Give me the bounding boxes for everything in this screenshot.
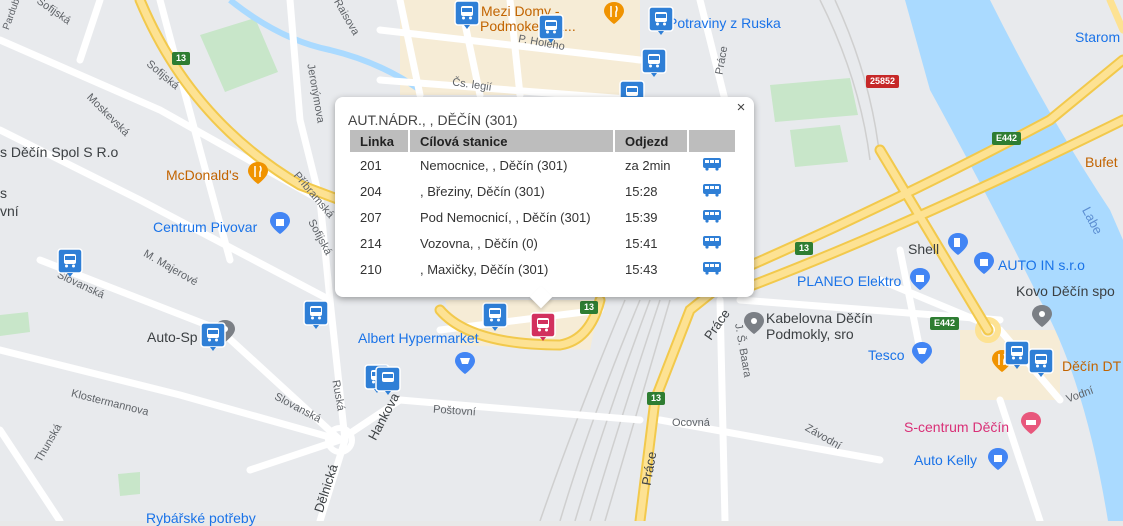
bus-stop-icon[interactable]: [1028, 348, 1054, 378]
table-row[interactable]: 204 , Březiny, Děčín (301) 15:28: [350, 178, 735, 204]
road-shield: 13: [580, 301, 599, 314]
shopping-bag-icon[interactable]: [910, 268, 930, 290]
gas-station-icon[interactable]: [948, 233, 968, 255]
map-canvas[interactable]: Pardubická Sofijská Sofijská Sofijská Ra…: [0, 0, 1123, 526]
table-header-row: Linka Cílová stanice Odjezd: [350, 130, 735, 152]
road-shield: E442: [992, 132, 1022, 145]
selected-bus-stop-icon[interactable]: [530, 312, 556, 342]
bus-icon: [703, 235, 721, 249]
poi-label[interactable]: Kabelovna Děčín: [766, 311, 873, 325]
bus-stop-icon[interactable]: [538, 14, 564, 44]
popup-title: AUT.NÁDR., , DĚČÍN (301): [348, 112, 518, 128]
hotel-icon[interactable]: [1021, 412, 1041, 434]
place-pin-icon[interactable]: [744, 312, 764, 334]
departures-popup: AUT.NÁDR., , DĚČÍN (301) × Linka Cílová …: [335, 97, 754, 309]
bus-icon: [703, 261, 721, 275]
poi-label[interactable]: Shell: [908, 242, 939, 256]
restaurant-icon[interactable]: [604, 2, 624, 24]
bus-stop-icon[interactable]: [303, 300, 329, 330]
shopping-bag-icon[interactable]: [974, 252, 994, 274]
poi-label[interactable]: vní: [0, 204, 19, 218]
table-row[interactable]: 201 Nemocnice, , Děčín (301) za 2min: [350, 152, 735, 178]
line-number: 207: [360, 209, 382, 225]
road-shield: 13: [647, 392, 666, 405]
poi-label[interactable]: Podmokly, sro: [766, 327, 854, 341]
departure-time: 15:28: [625, 183, 658, 199]
poi-label[interactable]: Starom: [1075, 30, 1120, 44]
poi-label[interactable]: Potraviny z Ruska: [668, 16, 781, 30]
poi-label[interactable]: Albert Hypermarket: [358, 331, 479, 345]
column-header-line: Linka: [350, 130, 408, 152]
bus-icon: [703, 183, 721, 197]
bus-stop-icon[interactable]: [648, 6, 674, 36]
bus-stop-icon[interactable]: [454, 0, 480, 30]
poi-label[interactable]: S-centrum Děčín: [904, 420, 1009, 434]
poi-label[interactable]: Kovo Děčín spo: [1016, 284, 1115, 298]
poi-label[interactable]: Auto Kelly: [914, 453, 977, 467]
poi-label[interactable]: Rybářské potřeby: [146, 511, 256, 525]
street-label: Ocovná: [672, 417, 710, 429]
line-number: 201: [360, 157, 382, 173]
column-header-destination: Cílová stanice: [410, 130, 613, 152]
column-header-departure: Odjezd: [615, 130, 687, 152]
departure-time: 15:41: [625, 235, 658, 251]
departures-table: Linka Cílová stanice Odjezd 201 Nemocnic…: [348, 130, 737, 282]
column-header-icon: [689, 130, 735, 152]
destination: Pod Nemocnicí, , Děčín (301): [420, 209, 591, 225]
destination: Nemocnice, , Děčín (301): [420, 157, 568, 173]
road-shield: 13: [172, 52, 191, 65]
place-pin-icon[interactable]: [1032, 305, 1052, 327]
poi-label[interactable]: Bufet: [1085, 155, 1118, 169]
departure-time: 15:43: [625, 261, 658, 277]
bus-stop-icon[interactable]: [200, 322, 226, 352]
table-row[interactable]: 210 , Maxičky, Děčín (301) 15:43: [350, 256, 735, 282]
shopping-bag-icon[interactable]: [270, 212, 290, 234]
table-row[interactable]: 207 Pod Nemocnicí, , Děčín (301) 15:39: [350, 204, 735, 230]
close-button[interactable]: ×: [733, 99, 749, 117]
poi-label[interactable]: Auto-Sp: [147, 330, 198, 344]
bus-stop-icon[interactable]: [641, 48, 667, 78]
poi-label[interactable]: Děčín DT: [1062, 359, 1121, 373]
table-row[interactable]: 214 Vozovna, , Děčín (0) 15:41: [350, 230, 735, 256]
bus-stop-icon[interactable]: [375, 366, 401, 396]
destination: , Maxičky, Děčín (301): [420, 261, 549, 277]
road-shield: E442: [930, 317, 960, 330]
poi-label[interactable]: AUTO IN s.r.o: [998, 258, 1085, 272]
bus-stop-icon[interactable]: [1004, 340, 1030, 370]
line-number: 204: [360, 183, 382, 199]
poi-label[interactable]: McDonald's: [166, 168, 239, 182]
bus-icon: [703, 209, 721, 223]
road-shield: 25852: [866, 75, 900, 88]
bus-stop-icon[interactable]: [482, 302, 508, 332]
destination: Vozovna, , Děčín (0): [420, 235, 538, 251]
line-number: 210: [360, 261, 382, 277]
restaurant-icon[interactable]: [248, 162, 268, 184]
road-shield: 13: [795, 242, 814, 255]
line-number: 214: [360, 235, 382, 251]
poi-label[interactable]: Tesco: [868, 348, 905, 362]
poi-label[interactable]: s: [0, 186, 7, 200]
departure-time: 15:39: [625, 209, 658, 225]
bus-icon: [703, 157, 721, 171]
shopping-cart-icon[interactable]: [912, 342, 932, 364]
poi-label[interactable]: s Děčín Spol S R.o: [0, 145, 118, 159]
shopping-cart-icon[interactable]: [455, 352, 475, 374]
destination: , Březiny, Děčín (301): [420, 183, 545, 199]
departure-time: za 2min: [625, 157, 671, 173]
shopping-bag-icon[interactable]: [988, 448, 1008, 470]
bus-stop-icon[interactable]: [57, 248, 83, 278]
poi-label[interactable]: Centrum Pivovar: [153, 220, 257, 234]
poi-label[interactable]: PLANEO Elektro: [797, 274, 901, 288]
